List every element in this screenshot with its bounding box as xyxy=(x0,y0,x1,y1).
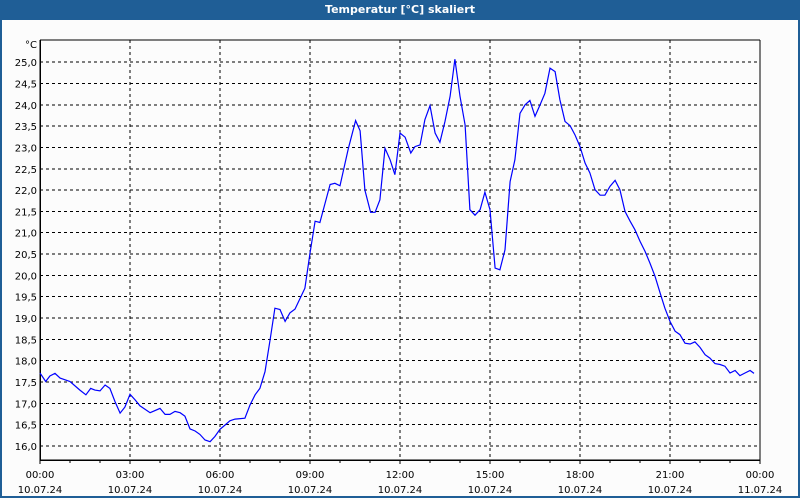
y-tick-label: 21,0 xyxy=(15,229,37,240)
y-tick-label: 19,5 xyxy=(15,293,37,304)
x-tick-time-label: 06:00 xyxy=(206,470,235,481)
y-tick-label: 18,0 xyxy=(15,357,37,368)
y-tick-label: 22,0 xyxy=(15,186,37,197)
x-tick-time-label: 21:00 xyxy=(656,470,685,481)
y-tick-label: 22,5 xyxy=(15,165,37,176)
y-tick-label: 16,0 xyxy=(15,442,37,453)
x-tick-date-label: 11.07.24 xyxy=(738,485,783,496)
x-tick-date-label: 10.07.24 xyxy=(18,485,63,496)
x-tick-date-label: 10.07.24 xyxy=(648,485,693,496)
y-tick-label: 23,5 xyxy=(15,122,37,133)
x-tick-time-label: 00:00 xyxy=(746,470,775,481)
x-tick-time-label: 00:00 xyxy=(26,470,55,481)
x-tick-date-label: 10.07.24 xyxy=(468,485,513,496)
y-tick-label: 24,5 xyxy=(15,79,37,90)
y-axis-unit-label: °C xyxy=(25,40,37,51)
y-tick-label: 17,0 xyxy=(15,399,37,410)
x-tick-date-label: 10.07.24 xyxy=(108,485,153,496)
y-tick-label: 17,5 xyxy=(15,378,37,389)
y-tick-label: 23,0 xyxy=(15,143,37,154)
x-tick-time-label: 18:00 xyxy=(566,470,595,481)
y-tick-label: 21,5 xyxy=(15,207,37,218)
x-tick-time-label: 09:00 xyxy=(296,470,325,481)
y-tick-label: 16,5 xyxy=(15,421,37,432)
x-tick-date-label: 10.07.24 xyxy=(198,485,243,496)
x-tick-time-label: 15:00 xyxy=(476,470,505,481)
y-tick-label: 19,0 xyxy=(15,314,37,325)
x-tick-date-label: 10.07.24 xyxy=(288,485,333,496)
y-tick-label: 24,0 xyxy=(15,101,37,112)
y-tick-label: 20,5 xyxy=(15,250,37,261)
temperature-series-line xyxy=(39,59,755,443)
temperature-chart: 16,0 16,5 17,0 17,5 18,0 18,5 19,0 19,5 20,0 20,5… xyxy=(15,39,783,496)
y-tick-label: 20,0 xyxy=(15,271,37,282)
x-tick-time-label: 03:00 xyxy=(116,470,145,481)
y-tick-label: 25,0 xyxy=(15,58,37,69)
x-tick-date-label: 10.07.24 xyxy=(558,485,603,496)
x-tick-time-label: 12:00 xyxy=(386,470,415,481)
x-tick-date-label: 10.07.24 xyxy=(378,485,423,496)
y-tick-label: 18,5 xyxy=(15,335,37,346)
